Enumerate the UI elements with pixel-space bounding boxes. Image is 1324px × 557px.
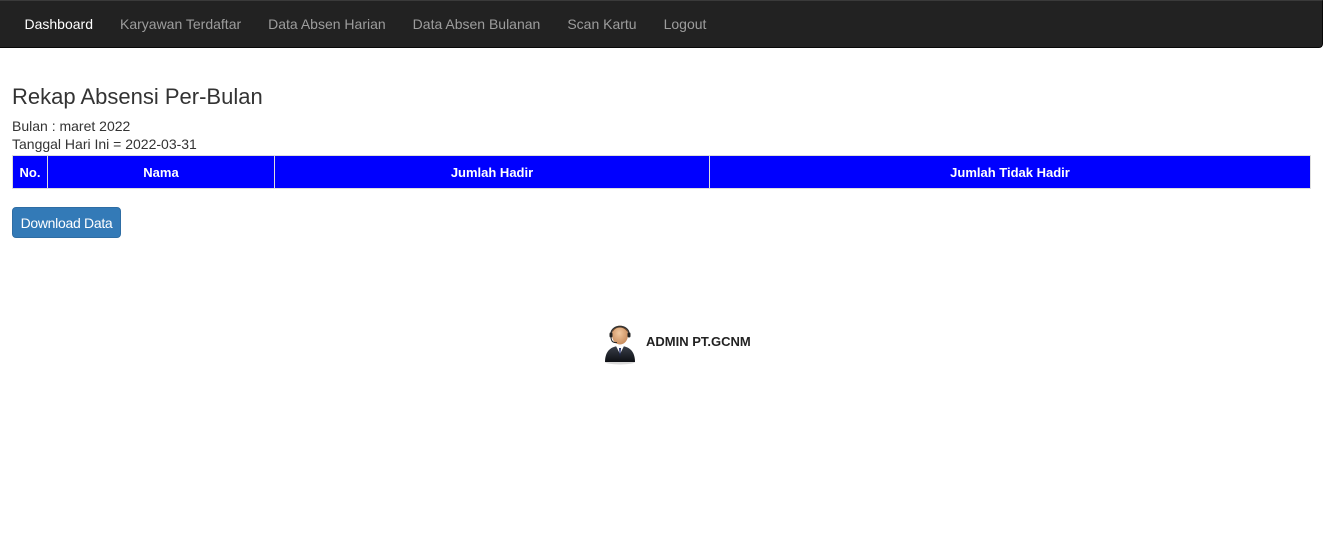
table-header-row: No. Nama Jumlah Hadir Jumlah Tidak Hadir — [12, 155, 1311, 189]
main-content: Rekap Absensi Per-Bulan Bulan : maret 20… — [12, 82, 1311, 365]
top-navbar: Dashboard Karyawan Terdaftar Data Absen … — [0, 0, 1323, 48]
nav-item-logout[interactable]: Logout — [650, 1, 720, 47]
nav-item-scan-kartu[interactable]: Scan Kartu — [554, 1, 650, 47]
admin-name: ADMIN PT.GCNM — [646, 333, 751, 349]
nav-item-data-absen-harian[interactable]: Data Absen Harian — [255, 1, 400, 47]
nav-item-data-absen-bulanan[interactable]: Data Absen Bulanan — [399, 1, 554, 47]
admin-footer: ADMIN PT.GCNM — [603, 321, 751, 365]
month-info: Bulan : maret 2022 — [12, 118, 131, 134]
nav-menu: Dashboard Karyawan Terdaftar Data Absen … — [0, 1, 1322, 47]
page-title: Rekap Absensi Per-Bulan — [12, 84, 263, 109]
column-header-no: No. — [12, 155, 48, 189]
date-info: Tanggal Hari Ini = 2022-03-31 — [12, 136, 197, 152]
nav-item-karyawan-terdaftar[interactable]: Karyawan Terdaftar — [107, 1, 255, 47]
nav-item-dashboard[interactable]: Dashboard — [11, 1, 107, 47]
column-header-jumlah-hadir: Jumlah Hadir — [274, 155, 710, 189]
attendance-recap-table: No. Nama Jumlah Hadir Jumlah Tidak Hadir — [12, 155, 1311, 189]
user-headset-icon — [605, 325, 635, 365]
download-data-button[interactable]: Download Data — [12, 207, 121, 238]
column-header-jumlah-tidak-hadir: Jumlah Tidak Hadir — [709, 155, 1311, 189]
column-header-nama: Nama — [47, 155, 275, 189]
